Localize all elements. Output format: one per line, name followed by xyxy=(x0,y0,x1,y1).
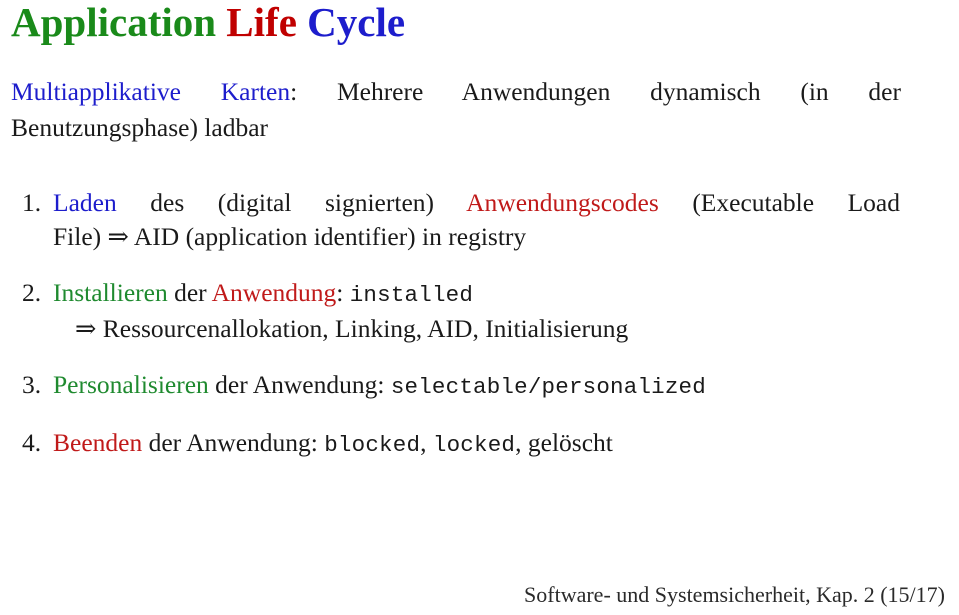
list-item-subline: ⇒ Ressourcenallokation, Linking, AID, In… xyxy=(75,312,919,346)
list-item-emphasis: Anwendungscodes xyxy=(466,188,659,217)
list-item-separator-1: , xyxy=(420,428,433,457)
slide-footer: Software- und Systemsicherheit, Kap. 2 (… xyxy=(524,582,945,607)
list-item-subline-text: Ressourcenallokation, Linking, AID, Init… xyxy=(96,314,629,343)
list-item-text-a: der Anwendung: xyxy=(142,428,325,457)
title-word-application: Application xyxy=(11,0,217,45)
list-item-body: Laden des (digital signierten) Anwendung… xyxy=(53,186,959,254)
slide: Application Life Cycle Multiapplikative … xyxy=(0,0,959,615)
list-item: 3. Personalisieren der Anwendung: select… xyxy=(0,368,959,404)
list-item-keyword: Laden xyxy=(53,188,117,217)
list-item-text-a: der Anwendung: xyxy=(208,370,391,399)
list-item-line: Beenden der Anwendung: blocked, locked, … xyxy=(53,426,919,462)
title-word-life: Life xyxy=(226,0,297,45)
list-item-number: 2. xyxy=(22,278,42,307)
subtitle-rest: : Mehrere Anwendungen dynamisch (in der xyxy=(290,77,901,106)
list-item-number: 3. xyxy=(22,370,42,399)
double-arrow-icon: ⇒ xyxy=(75,314,97,344)
list-item-number: 4. xyxy=(22,428,42,457)
list-item-text-b: : xyxy=(336,278,350,307)
list-item-text-b: (Executable Load xyxy=(658,188,901,217)
enumerated-list: 1. Laden des (digital signierten) Anwend… xyxy=(0,186,959,462)
list-item-code: installed xyxy=(349,282,474,308)
list-item: 1. Laden des (digital signierten) Anwend… xyxy=(0,186,959,254)
list-item-text-a: der xyxy=(167,278,212,307)
list-item-body: Beenden der Anwendung: blocked, locked, … xyxy=(53,426,959,462)
list-item-line: Personalisieren der Anwendung: selectabl… xyxy=(53,368,919,404)
list-item-text-a: des (digital signierten) xyxy=(116,188,467,217)
page-title: Application Life Cycle xyxy=(11,0,405,46)
list-item-line: Installieren der Anwendung: installed xyxy=(53,276,919,312)
subtitle-line-1: Multiapplikative Karten: Mehrere Anwendu… xyxy=(11,74,901,110)
list-item-keyword: Personalisieren xyxy=(53,370,209,399)
list-item-keyword: Installieren xyxy=(53,278,168,307)
list-item-keyword: Beenden xyxy=(53,428,143,457)
list-item-line-2: File) ⇒ AID (application identifier) in … xyxy=(53,222,527,251)
subtitle-block: Multiapplikative Karten: Mehrere Anwendu… xyxy=(11,74,901,146)
list-item-tail: gelöscht xyxy=(527,428,613,457)
list-item-line: Laden des (digital signierten) Anwendung… xyxy=(53,186,900,220)
subtitle-line-2: Benutzungsphase) ladbar xyxy=(11,113,269,142)
list-item: 2. Installieren der Anwendung: installed… xyxy=(0,276,959,346)
title-word-cycle: Cycle xyxy=(307,0,406,45)
list-item-code: selectable/personalized xyxy=(390,374,706,400)
list-item-code-2: locked xyxy=(432,432,516,458)
list-item-body: Installieren der Anwendung: installed ⇒ … xyxy=(53,276,959,346)
list-item-number: 1. xyxy=(22,188,42,217)
list-item: 4. Beenden der Anwendung: blocked, locke… xyxy=(0,426,959,462)
subtitle-highlight: Multiapplikative Karten xyxy=(11,77,291,106)
list-item-body: Personalisieren der Anwendung: selectabl… xyxy=(53,368,959,404)
list-item-code-1: blocked xyxy=(324,432,421,458)
list-item-separator-2: , xyxy=(515,428,528,457)
list-item-emphasis: Anwendung xyxy=(211,278,337,307)
